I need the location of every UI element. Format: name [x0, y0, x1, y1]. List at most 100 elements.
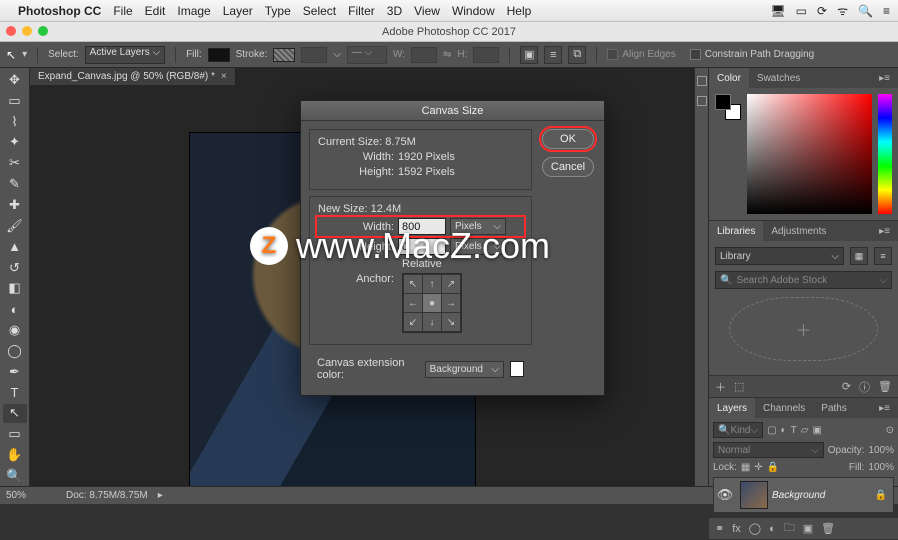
tab-channels[interactable]: Channels — [755, 398, 813, 418]
library-dropzone[interactable]: ＋ — [729, 297, 878, 361]
menu-select[interactable]: Select — [303, 4, 336, 18]
status-sync-icon[interactable]: ⟳ — [817, 4, 827, 18]
close-tab-icon[interactable]: × — [221, 71, 227, 82]
close-window-button[interactable] — [6, 26, 16, 36]
shape-tool[interactable]: ▭ — [3, 424, 27, 444]
dodge-tool[interactable]: ◯ — [3, 341, 27, 361]
layer-name[interactable]: Background — [772, 490, 875, 501]
layer-visibility-icon[interactable]: 👁 — [714, 487, 736, 503]
history-brush-tool[interactable]: ↺ — [3, 258, 27, 278]
hand-tool[interactable]: ✋ — [3, 445, 27, 465]
anchor-e[interactable]: → — [442, 294, 460, 312]
anchor-s[interactable]: ↓ — [423, 313, 441, 331]
layer-thumbnail[interactable] — [740, 481, 768, 509]
stroke-width-field[interactable] — [301, 47, 327, 63]
anchor-se[interactable]: ↘ — [442, 313, 460, 331]
layer-style-icon[interactable]: fx — [732, 523, 741, 535]
tab-paths[interactable]: Paths — [813, 398, 855, 418]
library-grid-view-icon[interactable]: ▦ — [850, 247, 868, 265]
layer-row-background[interactable]: 👁 Background 🔒 — [713, 477, 894, 513]
anchor-ne[interactable]: ↗ — [442, 275, 460, 293]
lasso-tool[interactable]: ⌇ — [3, 112, 27, 132]
filter-pixel-icon[interactable]: ▢ — [767, 425, 776, 436]
library-select[interactable]: Library⌵ — [715, 247, 844, 265]
status-screen-icon[interactable]: 🖥 — [770, 4, 785, 18]
extension-color-select[interactable]: Background⌵ — [425, 361, 504, 378]
brush-tool[interactable]: 🖌 — [3, 216, 27, 236]
menu-window[interactable]: Window — [452, 4, 495, 18]
color-panel-flyout-icon[interactable]: ▸≡ — [808, 68, 898, 88]
status-spotlight-icon[interactable]: 🔍 — [858, 4, 873, 18]
stroke-type-dropdown[interactable]: — ⌵ — [347, 46, 387, 64]
quick-select-tool[interactable]: ✦ — [3, 133, 27, 153]
zoom-window-button[interactable] — [38, 26, 48, 36]
menu-filter[interactable]: Filter — [348, 4, 375, 18]
layers-panel-flyout-icon[interactable]: ▸≡ — [855, 398, 898, 418]
new-group-icon[interactable]: 🗀 — [784, 519, 795, 538]
h-field[interactable] — [473, 47, 499, 63]
app-name[interactable]: Photoshop CC — [18, 4, 101, 18]
path-select-tool[interactable]: ↖ — [3, 404, 27, 424]
stamp-tool[interactable]: ▲ — [3, 237, 27, 257]
status-menu-icon[interactable]: ≡ — [883, 4, 890, 18]
crop-tool[interactable]: ✂ — [3, 153, 27, 173]
filter-smart-icon[interactable]: ▣ — [812, 425, 821, 436]
menu-edit[interactable]: Edit — [145, 4, 166, 18]
eraser-tool[interactable]: ◧ — [3, 278, 27, 298]
libraries-sync-icon[interactable]: ⟳ — [842, 380, 851, 393]
filter-toggle-icon[interactable]: ⊙ — [886, 425, 894, 436]
new-fill-adjust-icon[interactable]: ◐ — [769, 523, 776, 535]
move-tool[interactable]: ✥ — [3, 70, 27, 90]
tool-preset-chevron[interactable]: ▾ — [22, 49, 27, 60]
minimize-window-button[interactable] — [22, 26, 32, 36]
doc-info-chevron[interactable]: ▸ — [158, 490, 163, 501]
anchor-center[interactable]: ● — [423, 294, 441, 312]
fill-swatch[interactable] — [208, 48, 230, 62]
ok-button[interactable]: OK — [542, 129, 594, 149]
foreground-color-swatch[interactable] — [715, 94, 731, 110]
delete-layer-icon[interactable]: 🗑 — [821, 522, 835, 535]
color-field[interactable] — [747, 94, 872, 214]
menu-image[interactable]: Image — [177, 4, 210, 18]
libraries-trash-icon[interactable]: 🗑 — [878, 380, 892, 393]
blur-tool[interactable]: ◉ — [3, 320, 27, 340]
hue-slider[interactable] — [878, 94, 892, 214]
tab-color[interactable]: Color — [709, 68, 749, 88]
move-tool-icon[interactable]: ↖ — [6, 48, 16, 62]
marquee-tool[interactable]: ▭ — [3, 91, 27, 111]
layer-mask-icon[interactable]: ◯ — [749, 522, 761, 535]
add-graphic-icon[interactable]: ⬚ — [734, 380, 744, 393]
anchor-grid[interactable]: ↖ ↑ ↗ ← ● → ↙ ↓ ↘ — [402, 273, 462, 333]
new-layer-icon[interactable]: ▣ — [803, 522, 813, 535]
lock-position-icon[interactable]: ✛ — [754, 462, 762, 473]
tab-swatches[interactable]: Swatches — [749, 68, 808, 88]
gradient-tool[interactable]: ◐ — [3, 299, 27, 319]
lock-pixels-icon[interactable]: ▦ — [741, 462, 750, 473]
search-stock-input[interactable]: 🔍 Search Adobe Stock ⌵ — [715, 271, 892, 289]
status-wifi-icon[interactable]: ᯤ — [837, 2, 848, 19]
opacity-value[interactable]: 100% — [868, 445, 894, 456]
menu-view[interactable]: View — [414, 4, 440, 18]
stroke-options-chevron[interactable]: ⌵ — [333, 49, 341, 60]
select-target-dropdown[interactable]: Active Layers ⌵ — [85, 46, 165, 64]
menu-type[interactable]: Type — [265, 4, 291, 18]
path-arrangement-icon[interactable]: ⧉ — [568, 46, 586, 64]
zoom-tool[interactable]: 🔍 — [3, 466, 27, 486]
foreground-background-swatch[interactable] — [715, 94, 741, 120]
library-list-view-icon[interactable]: ≡ — [874, 247, 892, 265]
filter-type-icon[interactable]: T — [791, 425, 797, 436]
tab-libraries[interactable]: Libraries — [709, 221, 763, 241]
anchor-sw[interactable]: ↙ — [404, 313, 422, 331]
menu-help[interactable]: Help — [507, 4, 532, 18]
stroke-swatch[interactable] — [273, 48, 295, 62]
eyedropper-tool[interactable]: ✎ — [3, 174, 27, 194]
align-edges-checkbox[interactable] — [607, 49, 618, 60]
lock-all-icon[interactable]: 🔒 — [767, 462, 779, 473]
zoom-level[interactable]: 50% — [6, 490, 56, 501]
anchor-w[interactable]: ← — [404, 294, 422, 312]
dock-icon-2[interactable] — [697, 96, 707, 106]
filter-shape-icon[interactable]: ▱ — [801, 425, 809, 436]
menu-3d[interactable]: 3D — [387, 4, 402, 18]
blend-mode-select[interactable]: Normal⌵ — [713, 442, 824, 458]
w-field[interactable] — [411, 47, 437, 63]
